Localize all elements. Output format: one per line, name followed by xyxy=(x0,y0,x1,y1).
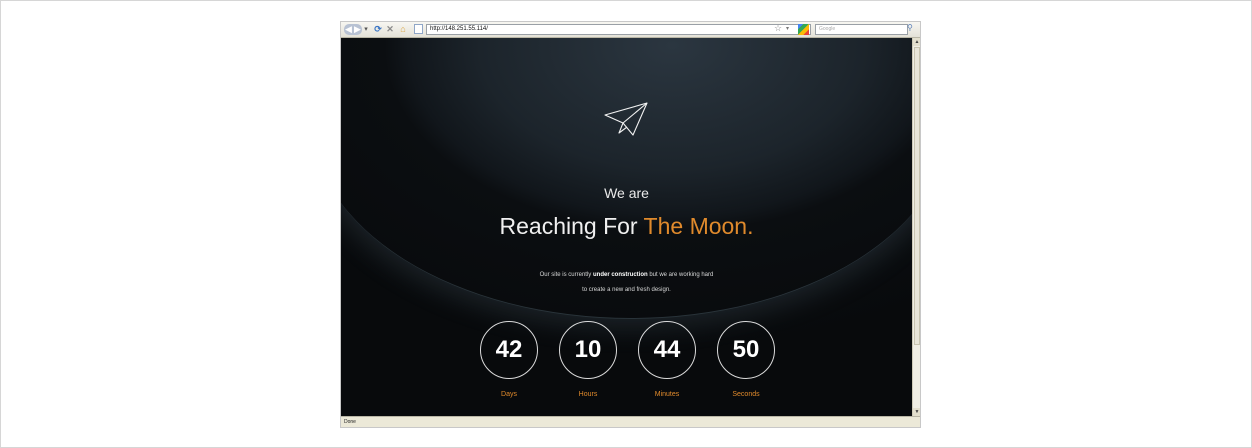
google-icon[interactable] xyxy=(798,24,809,35)
countdown-minutes-label: Minutes xyxy=(654,391,680,398)
magnifier-icon[interactable]: ⚲ xyxy=(907,23,913,32)
countdown-seconds-value: 50 xyxy=(717,321,775,379)
star-icon[interactable]: ☆ xyxy=(774,23,782,34)
countdown-days-label: Days xyxy=(501,391,517,398)
scroll-up-icon[interactable]: ▲ xyxy=(913,38,920,46)
headline-main: Reaching For xyxy=(499,213,644,239)
countdown-timer: 42 Days 10 Hours 44 Minutes 50 Seconds xyxy=(478,321,778,411)
page-viewport: We are Reaching For The Moon. Our site i… xyxy=(341,38,912,416)
headline-highlight: The Moon. xyxy=(643,213,754,239)
back-arrow-icon[interactable]: ◀ xyxy=(344,24,353,35)
address-bar[interactable]: http://148.251.55.114/ xyxy=(426,24,811,35)
description-line-1: Our site is currently under construction… xyxy=(341,268,912,283)
stop-icon[interactable]: ✕ xyxy=(385,24,395,35)
reload-icon[interactable]: ⟳ xyxy=(373,24,383,35)
page-favicon-icon xyxy=(414,24,423,34)
intro-text: We are xyxy=(604,185,649,201)
home-icon[interactable]: ⌂ xyxy=(398,24,408,35)
countdown-days-value: 42 xyxy=(480,321,538,379)
countdown-days: 42 Days xyxy=(478,321,540,411)
browser-window: ◀ ▶ ▾ ⟳ ✕ ⌂ http://148.251.55.114/ ☆ ▾ G… xyxy=(341,22,920,427)
description-line-2: to create a new and fresh design. xyxy=(582,287,671,293)
countdown-hours-value: 10 xyxy=(559,321,617,379)
scrollbar-thumb[interactable] xyxy=(914,47,920,345)
page-title: Reaching For The Moon. xyxy=(341,213,912,240)
vertical-scrollbar[interactable]: ▲ ▼ xyxy=(912,38,920,416)
countdown-minutes: 44 Minutes xyxy=(636,321,698,411)
countdown-minutes-value: 44 xyxy=(638,321,696,379)
countdown-hours-label: Hours xyxy=(578,391,598,398)
forward-arrow-icon[interactable]: ▶ xyxy=(353,24,362,35)
history-dropdown-icon[interactable]: ▾ xyxy=(363,24,369,35)
search-input[interactable]: Google xyxy=(815,24,908,35)
desc-emphasis: under construction xyxy=(592,272,648,278)
address-dropdown-icon[interactable]: ▾ xyxy=(786,25,789,32)
navigation-toolbar: ◀ ▶ ▾ ⟳ ✕ ⌂ http://148.251.55.114/ ☆ ▾ G… xyxy=(341,22,920,38)
status-bar: Done xyxy=(341,416,920,427)
desc-text-a: Our site is currently xyxy=(539,272,593,278)
description: Our site is currently under construction… xyxy=(341,268,912,298)
paper-plane-icon xyxy=(604,102,648,136)
countdown-seconds-label: Seconds xyxy=(732,391,760,398)
countdown-hours: 10 Hours xyxy=(557,321,619,411)
scroll-down-icon[interactable]: ▼ xyxy=(913,408,920,416)
countdown-seconds: 50 Seconds xyxy=(715,321,777,411)
desc-text-c: but we are working hard xyxy=(647,272,714,278)
